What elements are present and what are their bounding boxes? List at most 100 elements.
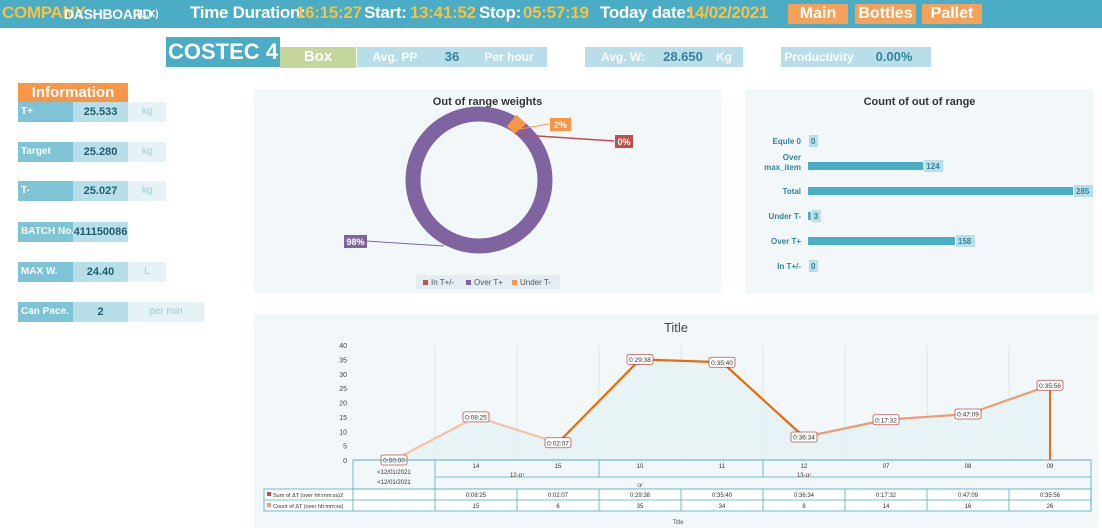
data-label: 0:08:25 (465, 414, 487, 421)
x-group-label: ינו (637, 483, 643, 489)
table-cell: 26 (1047, 504, 1054, 510)
avg-pp-unit: Per hour (471, 47, 547, 67)
table-cell: 16 (965, 504, 972, 510)
bar-category-label: Total (782, 187, 801, 196)
line-panel: Title 0 5 10 15 20 25 30 35 40 0:00:00 0:08:25 0:02:… (254, 314, 1098, 528)
table-cell: 0:35:56 (1040, 493, 1061, 499)
info-value-canpace: 2 (73, 302, 128, 322)
bottles-button[interactable]: Bottles (855, 4, 916, 24)
today-label: Today date: (600, 3, 691, 22)
header-bar: COMPANY DASHBOARD (L.K) Time Duration: 1… (0, 0, 1102, 28)
info-label-maxw: MAX W. (18, 262, 73, 282)
avg-w-value: 28.650 (661, 47, 705, 67)
legend-label-in: In T+/- (431, 278, 455, 287)
y-tick-label: 0 (343, 458, 347, 465)
info-label-tplus: T+ (18, 102, 73, 122)
machine-title: COSTEC 4 (166, 37, 280, 67)
pallet-button[interactable]: Pallet (922, 4, 982, 24)
donut-label-over: 98% (346, 237, 364, 247)
bar-value-label: 158 (958, 237, 972, 246)
y-tick-label: 25 (339, 386, 347, 393)
line-area (394, 359, 1050, 460)
data-label: 0:02:07 (547, 440, 569, 447)
leader-over (365, 240, 445, 247)
data-label: 0:00:00 (383, 458, 405, 465)
donut-slice-over (405, 106, 553, 254)
info-value-target: 25.280 (73, 142, 128, 162)
y-tick-label: 30 (339, 372, 347, 379)
y-tick-label: 35 (339, 357, 347, 364)
duration-value: 16:15:27 (296, 3, 362, 22)
bar (808, 187, 1073, 195)
start-value: 13:41:52 (410, 3, 476, 22)
info-value-maxw: 24.40 (73, 262, 128, 282)
avg-pp-value: 36 (433, 47, 471, 67)
x-tick-label: 12 (801, 464, 808, 470)
info-value-tminus: 25.027 (73, 181, 128, 201)
table-cell: 0:35:40 (712, 493, 733, 499)
info-unit-tminus: kg (128, 181, 166, 201)
productivity-value: 0.00% (857, 47, 931, 67)
x-axis-title: Title (672, 520, 684, 526)
table-cell: 0:47:09 (958, 493, 979, 499)
bar-chart: Equle 0 0 Overmax_item 124 Total 285 Under T- 3… (764, 135, 1093, 272)
dashboard-suffix: (L.K) (137, 9, 159, 20)
productivity-label: Productivity (781, 47, 857, 67)
legend-label-over: Over T+ (474, 278, 503, 287)
stop-label: Stop: (479, 3, 521, 22)
y-tick-label: 10 (339, 429, 347, 436)
table-cell: 0:36:34 (794, 493, 815, 499)
table-cell: 0:17:32 (876, 493, 897, 499)
table-swatch-count (267, 503, 271, 507)
y-tick-label: 20 (339, 401, 347, 408)
info-label-canpace: Can Pace. (18, 302, 73, 322)
data-label: 0:36:34 (793, 435, 815, 442)
bar-value-label: 3 (814, 212, 819, 221)
info-value-tplus: 25.533 (73, 102, 128, 122)
info-unit-maxw: L (128, 262, 166, 282)
legend-label-under: Under T- (520, 278, 551, 287)
x-tick-label: <12/01/2021 (377, 470, 411, 476)
table-cell: 15 (473, 504, 480, 510)
donut-label-under: 2% (554, 120, 567, 130)
bar-category-label: Over (783, 153, 801, 162)
table-cell: 0:02:07 (548, 493, 569, 499)
line-chart-title: Title (664, 320, 688, 335)
table-swatch-sum (267, 492, 271, 496)
x-group-label: 12-ינו (510, 473, 525, 479)
info-unit-tplus: kg (128, 102, 166, 122)
stop-value: 05:57:19 (523, 3, 589, 22)
bar-category-label: max_item (764, 163, 801, 172)
x-tick-label: 07 (883, 464, 890, 470)
donut-chart: 2% 0% 98% In T+/- Over T+ Under T- (344, 106, 633, 289)
table-cell: 14 (883, 504, 890, 510)
x-tick-label: 11 (719, 464, 726, 470)
avg-w-unit: Kg (705, 47, 743, 67)
x-tick-label: 15 (555, 464, 562, 470)
x-tick-label: 10 (637, 464, 644, 470)
table-series-label: Sum of ΔT (over hh:mm:ss)2 (273, 493, 343, 499)
bar-value-label: 124 (926, 162, 940, 171)
bar (808, 237, 955, 245)
x-tick-label: 14 (473, 464, 480, 470)
bar-category-label: Over T+ (771, 237, 801, 246)
donut-slice-under (506, 114, 527, 135)
y-tick-label: 40 (339, 343, 347, 350)
bar-panel: Count of out of range Equle 0 0 Over max_it… (745, 89, 1094, 293)
donut-label-in: 0% (617, 137, 630, 147)
x-tick-label: 09 (1047, 464, 1054, 470)
data-label: 0:17:32 (875, 417, 897, 424)
bar (808, 212, 811, 220)
main-button[interactable]: Main (788, 4, 848, 24)
bar-category-label: In T+/- (777, 262, 801, 271)
table-cell: 0:29:38 (630, 493, 651, 499)
bar-category-label: Equle 0 (773, 137, 802, 146)
y-tick-label: 15 (339, 415, 347, 422)
bar-value-label: 0 (811, 137, 816, 146)
bar-value-label: 0 (811, 262, 816, 271)
bar-value-label: 285 (1076, 187, 1090, 196)
duration-label: Time Duration: (190, 3, 306, 22)
avg-w-label: Avg. W: (585, 47, 661, 67)
data-label: 0:35:56 (1039, 383, 1061, 390)
avg-pp-label: Avg. PP (357, 47, 433, 67)
